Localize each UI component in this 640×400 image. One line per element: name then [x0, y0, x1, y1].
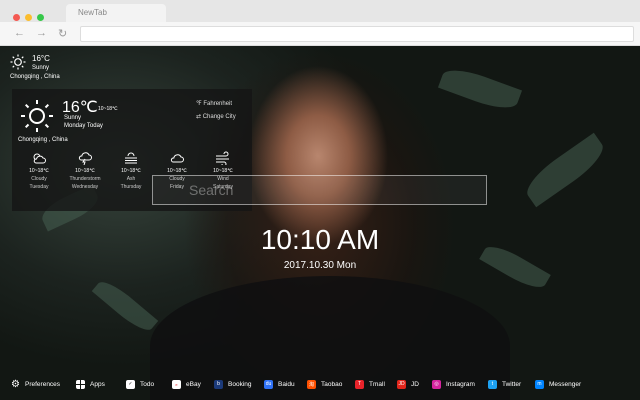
forecast-weekday: Tuesday	[29, 184, 49, 190]
messenger-label: Messenger	[549, 380, 582, 388]
instagram-icon: ◎	[432, 379, 441, 389]
tab-title: NewTab	[78, 8, 107, 17]
twitter-label: Twitter	[502, 380, 522, 388]
tmall-icon: T	[355, 379, 364, 389]
forecast-day: 10~18℃ Ash Thursday	[108, 151, 154, 190]
forecast-weekday: Thursday	[120, 184, 142, 190]
baidu-link[interactable]: du Baidu	[264, 377, 295, 391]
messenger-icon: m	[535, 379, 544, 389]
wind-icon	[216, 151, 229, 165]
grid-icon	[76, 379, 85, 389]
baidu-icon: du	[264, 379, 273, 389]
change-city-button[interactable]: ⇄ Change City	[196, 113, 236, 120]
forecast-condition: Cloudy	[31, 176, 47, 182]
search-placeholder: Search	[189, 182, 234, 198]
taobao-icon: 淘	[307, 379, 316, 389]
small-temperature: 16°C	[32, 54, 50, 63]
bottom-bar: ⚙ Preferences Apps ✓ Todo e eBay b Booking d…	[0, 372, 640, 396]
booking-icon: b	[214, 379, 223, 389]
forecast-condition: Ash	[126, 176, 136, 182]
current-day: Monday Today	[64, 123, 103, 129]
sun-icon	[21, 100, 53, 132]
current-temperature: 16℃	[62, 99, 98, 116]
preferences-label: Preferences	[25, 380, 61, 388]
ebay-label: eBay	[186, 380, 201, 388]
booking-label: Booking	[228, 380, 252, 388]
browser-toolbar: ← → ↻	[0, 22, 640, 46]
clock-date: 2017.10.30 Mon	[283, 260, 357, 271]
forecast-range: 10~18℃	[213, 168, 233, 174]
jd-icon: JD	[397, 379, 406, 389]
close-window-button[interactable]	[13, 14, 20, 21]
instagram-link[interactable]: ◎ Instagram	[432, 377, 475, 391]
small-condition: Sunny	[32, 65, 50, 71]
browser-tab-bar: NewTab	[0, 0, 640, 22]
partly-cloudy-icon	[33, 153, 46, 164]
instagram-label: Instagram	[446, 380, 475, 388]
thunderstorm-icon	[78, 152, 92, 165]
ebay-link[interactable]: e eBay	[172, 377, 201, 391]
preferences-button[interactable]: ⚙ Preferences	[11, 377, 60, 391]
forecast-range: 10~18℃	[75, 168, 95, 174]
twitter-icon: t	[488, 379, 497, 389]
jd-link[interactable]: JD JD	[397, 377, 419, 391]
cloud-icon	[170, 154, 184, 163]
ash-icon	[125, 152, 137, 164]
back-arrow-icon[interactable]: ←	[14, 27, 25, 39]
sun-icon	[10, 54, 26, 70]
clock-time: 10:10 AM	[260, 224, 380, 255]
maximize-window-button[interactable]	[37, 14, 44, 21]
fahrenheit-toggle[interactable]: ℉ Fahrenheit	[196, 100, 232, 107]
city-name: Chongqing , China	[18, 137, 68, 143]
booking-link[interactable]: b Booking	[214, 377, 252, 391]
temperature-range: 10~18℃	[98, 106, 118, 112]
browser-tab[interactable]: NewTab	[66, 4, 166, 22]
forecast-range: 10~18℃	[167, 168, 187, 174]
reload-icon[interactable]: ↻	[58, 27, 67, 40]
messenger-link[interactable]: m Messenger	[535, 377, 581, 391]
current-condition: Sunny	[64, 115, 82, 121]
apps-button[interactable]: Apps	[76, 377, 105, 391]
forecast-range: 10~18℃	[121, 168, 141, 174]
todo-button[interactable]: ✓ Todo	[126, 377, 154, 391]
tmall-label: Tmall	[369, 380, 385, 388]
forecast-condition: Thunderstorm	[69, 176, 101, 182]
taobao-link[interactable]: 淘 Taobao	[307, 377, 342, 391]
jd-label: JD	[411, 380, 419, 388]
apps-label: Apps	[90, 380, 105, 388]
twitter-link[interactable]: t Twitter	[488, 377, 521, 391]
tmall-link[interactable]: T Tmall	[355, 377, 385, 391]
search-box[interactable]: Search	[152, 175, 487, 205]
minimize-window-button[interactable]	[25, 14, 32, 21]
forecast-day: 10~18℃ Cloudy Tuesday	[16, 151, 62, 190]
checkbox-icon: ✓	[126, 379, 135, 389]
address-bar[interactable]	[80, 26, 634, 42]
forward-arrow-icon[interactable]: →	[36, 27, 47, 39]
gear-icon: ⚙	[11, 378, 20, 390]
baidu-label: Baidu	[278, 380, 295, 388]
ebay-icon: e	[172, 379, 181, 389]
todo-label: Todo	[140, 380, 155, 388]
forecast-day: 10~18℃ Thunderstorm Wednesday	[62, 151, 108, 190]
forecast-range: 10~18℃	[29, 168, 49, 174]
forecast-weekday: Wednesday	[71, 184, 99, 190]
small-city: Chongqing , China	[10, 74, 60, 80]
taobao-label: Taobao	[321, 380, 343, 388]
